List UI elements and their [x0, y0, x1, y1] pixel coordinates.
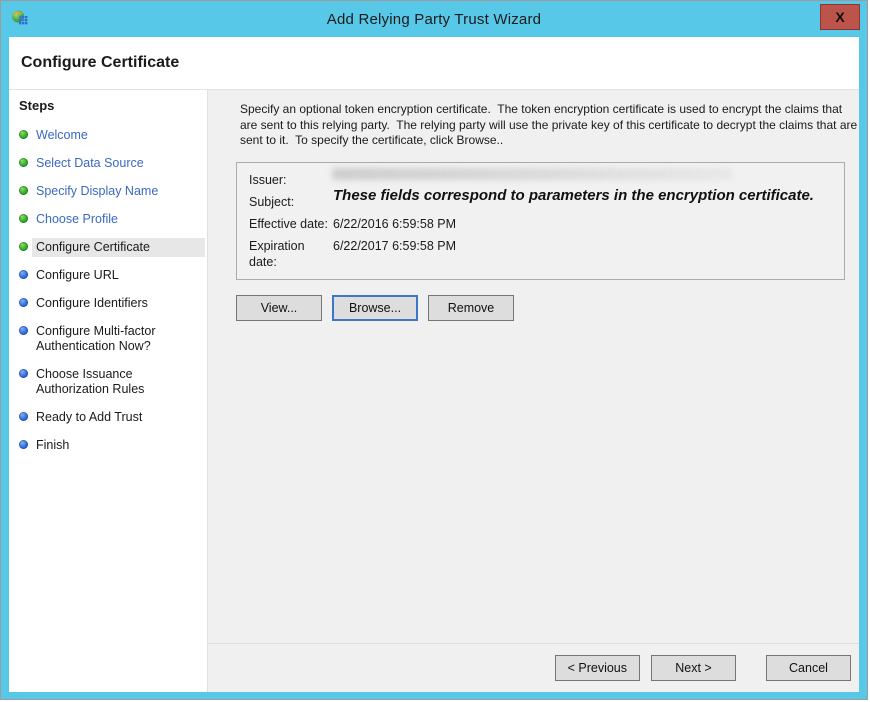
next-button[interactable]: Next >: [651, 655, 736, 681]
step-label: Configure Identifiers: [36, 296, 193, 311]
step-item: Configure URL: [19, 266, 207, 285]
step-label: Select Data Source: [36, 156, 193, 171]
step-label: Configure Multi-factor Authentication No…: [36, 324, 193, 354]
certificate-field-label: Subject:: [249, 194, 333, 210]
step-bullet-icon: [19, 186, 28, 195]
step-item: Choose Profile: [19, 210, 207, 229]
certificate-field-row: Issuer:: [249, 172, 844, 188]
page-title: Configure Certificate: [21, 54, 179, 72]
window-title: Add Relying Party Trust Wizard: [1, 1, 867, 37]
certificate-field-label: Expiration date:: [249, 238, 333, 270]
steps-sidebar: Steps Welcome Select Data Source Specify…: [9, 90, 208, 692]
step-item: Configure Multi-factor Authentication No…: [19, 322, 207, 356]
step-label: Finish: [36, 438, 193, 453]
step-description: Specify an optional token encryption cer…: [240, 102, 859, 149]
step-item: Select Data Source: [19, 154, 207, 173]
previous-button[interactable]: < Previous: [555, 655, 640, 681]
remove-button[interactable]: Remove: [428, 295, 514, 321]
step-item: Specify Display Name: [19, 182, 207, 201]
certificate-details-box: Issuer: Subject: Effective date: 6/22/20…: [236, 162, 845, 280]
step-bullet-icon: [19, 130, 28, 139]
step-bullet-icon: [19, 214, 28, 223]
step-label: Choose Profile: [36, 212, 193, 227]
step-bullet-icon: [19, 412, 28, 421]
step-label: Specify Display Name: [36, 184, 193, 199]
step-item: Finish: [19, 436, 207, 455]
wizard-footer: < Previous Next > Cancel: [208, 643, 859, 692]
steps-list: Welcome Select Data Source Specify Displ…: [19, 126, 207, 455]
certificate-field-label: Issuer:: [249, 172, 333, 188]
step-bullet-icon: [19, 326, 28, 335]
step-bullet-icon: [19, 158, 28, 167]
certificate-field-value: 6/22/2016 6:59:58 PM: [333, 216, 456, 232]
step-bullet-icon: [19, 440, 28, 449]
step-label: Configure URL: [36, 268, 193, 283]
view-button[interactable]: View...: [236, 295, 322, 321]
step-label: Ready to Add Trust: [36, 410, 193, 425]
step-item: Choose Issuance Authorization Rules: [19, 365, 207, 399]
browse-button[interactable]: Browse...: [332, 295, 418, 321]
step-label: Configure Certificate: [32, 238, 205, 257]
certificate-field-value: 6/22/2017 6:59:58 PM: [333, 238, 456, 270]
certificate-actions: View... Browse... Remove: [236, 295, 859, 321]
step-bullet-icon: [19, 298, 28, 307]
step-item: Configure Certificate: [19, 238, 207, 257]
page-header: Configure Certificate: [9, 37, 859, 90]
step-bullet-icon: [19, 270, 28, 279]
step-bullet-icon: [19, 369, 28, 378]
close-button[interactable]: X: [820, 4, 860, 30]
certificate-field-row: Expiration date: 6/22/2017 6:59:58 PM: [249, 238, 844, 270]
step-bullet-icon: [19, 242, 28, 251]
step-item: Welcome: [19, 126, 207, 145]
step-item: Configure Identifiers: [19, 294, 207, 313]
step-label: Welcome: [36, 128, 193, 143]
step-item: Ready to Add Trust: [19, 408, 207, 427]
annotation-note: These fields correspond to parameters in…: [333, 187, 814, 204]
dialog-inner: Configure Certificate Steps Welcome Sele…: [9, 37, 859, 692]
cancel-button[interactable]: Cancel: [766, 655, 851, 681]
titlebar: Add Relying Party Trust Wizard X: [1, 1, 867, 37]
main-content: Specify an optional token encryption cer…: [208, 90, 859, 643]
certificate-field-row: Effective date: 6/22/2016 6:59:58 PM: [249, 216, 844, 232]
steps-heading: Steps: [19, 98, 207, 113]
wizard-window: Add Relying Party Trust Wizard X Configu…: [0, 0, 868, 700]
step-label: Choose Issuance Authorization Rules: [36, 367, 193, 397]
certificate-field-label: Effective date:: [249, 216, 333, 232]
